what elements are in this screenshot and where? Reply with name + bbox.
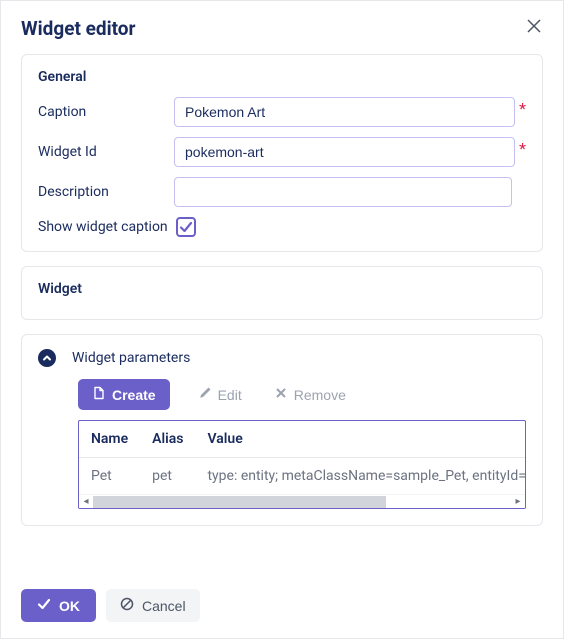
cancel-button[interactable]: Cancel bbox=[106, 589, 200, 622]
show-caption-label: Show widget caption bbox=[38, 219, 168, 235]
chevron-up-icon bbox=[42, 353, 52, 363]
table-header-row: Name Alias Value bbox=[79, 421, 526, 458]
scroll-right-icon: ▸ bbox=[511, 495, 525, 509]
close-icon bbox=[527, 19, 541, 33]
description-label: Description bbox=[38, 184, 174, 200]
dialog-title: Widget editor bbox=[21, 17, 135, 40]
create-button[interactable]: Create bbox=[78, 379, 170, 410]
description-row: Description bbox=[38, 177, 526, 207]
widget-id-row: Widget Id * bbox=[38, 137, 526, 167]
edit-button[interactable]: Edit bbox=[194, 379, 246, 410]
file-icon bbox=[92, 386, 106, 403]
general-legend: General bbox=[38, 69, 526, 85]
cancel-icon bbox=[120, 597, 134, 614]
remove-icon bbox=[274, 386, 288, 403]
check-icon bbox=[179, 220, 193, 234]
dialog-header: Widget editor bbox=[21, 17, 543, 40]
cell-value: type: entity; metaClassName=sample_Pet, … bbox=[195, 458, 526, 495]
collapse-button[interactable] bbox=[38, 349, 56, 367]
check-icon bbox=[37, 597, 51, 614]
scroll-track bbox=[93, 496, 511, 508]
close-button[interactable] bbox=[525, 17, 543, 35]
table-row[interactable]: Pet pet type: entity; metaClassName=samp… bbox=[79, 458, 526, 495]
parameters-table: Name Alias Value Pet pet type: entity; m… bbox=[79, 421, 526, 494]
create-label: Create bbox=[112, 387, 156, 403]
scroll-thumb[interactable] bbox=[93, 496, 386, 508]
general-panel: General Caption * Widget Id * Descriptio… bbox=[21, 54, 543, 252]
caption-label: Caption bbox=[38, 104, 174, 120]
parameters-panel: Widget parameters Create Edit bbox=[21, 334, 543, 526]
parameters-table-wrap: Name Alias Value Pet pet type: entity; m… bbox=[78, 420, 526, 509]
scroll-left-icon: ◂ bbox=[79, 495, 93, 509]
parameters-legend: Widget parameters bbox=[72, 350, 190, 366]
cell-alias: pet bbox=[140, 458, 195, 495]
widget-id-label: Widget Id bbox=[38, 144, 174, 160]
description-input[interactable] bbox=[174, 177, 512, 207]
parameters-toolbar: Create Edit Remove bbox=[78, 379, 526, 410]
widget-editor-dialog: Widget editor General Caption * Widget I… bbox=[0, 0, 564, 639]
ok-label: OK bbox=[59, 598, 80, 614]
ok-button[interactable]: OK bbox=[21, 589, 96, 622]
caption-input[interactable] bbox=[174, 97, 515, 127]
caption-row: Caption * bbox=[38, 97, 526, 127]
horizontal-scrollbar[interactable]: ◂ ▸ bbox=[79, 494, 525, 508]
widget-panel: Widget bbox=[21, 266, 543, 320]
col-alias-header[interactable]: Alias bbox=[140, 421, 195, 458]
col-value-header[interactable]: Value bbox=[195, 421, 526, 458]
widget-legend: Widget bbox=[38, 281, 526, 297]
edit-label: Edit bbox=[218, 387, 242, 403]
show-caption-row: Show widget caption bbox=[38, 217, 526, 237]
required-mark: * bbox=[519, 139, 526, 158]
cancel-label: Cancel bbox=[142, 598, 186, 614]
widget-id-input[interactable] bbox=[174, 137, 515, 167]
required-mark: * bbox=[519, 99, 526, 118]
show-caption-checkbox[interactable] bbox=[176, 217, 196, 237]
cell-name: Pet bbox=[79, 458, 140, 495]
col-name-header[interactable]: Name bbox=[79, 421, 140, 458]
parameters-body: Create Edit Remove bbox=[38, 379, 526, 509]
remove-button[interactable]: Remove bbox=[270, 379, 350, 410]
pencil-icon bbox=[198, 386, 212, 403]
remove-label: Remove bbox=[294, 387, 346, 403]
parameters-header: Widget parameters bbox=[38, 349, 526, 367]
dialog-footer: OK Cancel bbox=[21, 575, 543, 622]
